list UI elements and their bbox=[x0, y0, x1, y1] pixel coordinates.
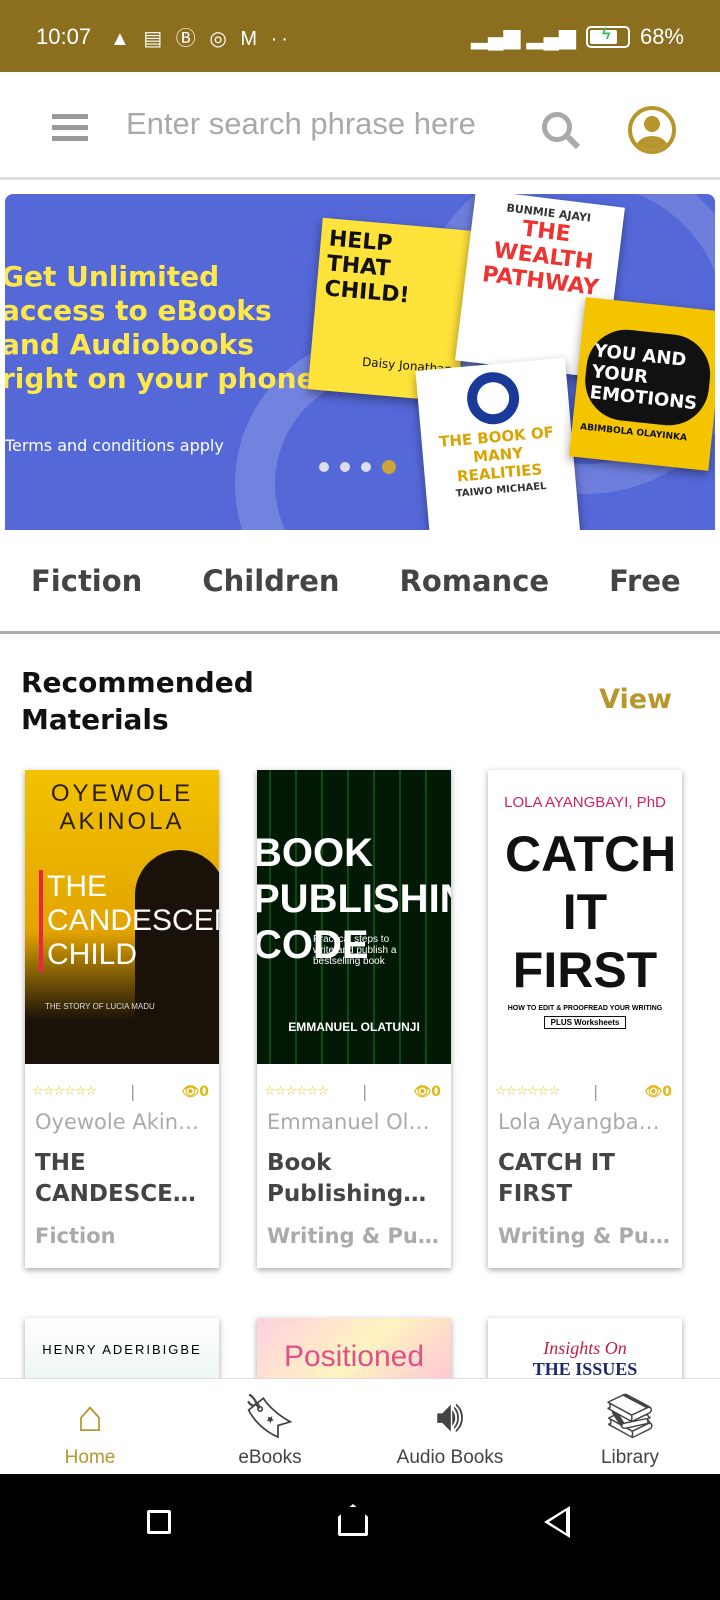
book-author: Emmanuel Olatunji bbox=[267, 1110, 451, 1134]
nav-library[interactable]: 📚︎ Library bbox=[540, 1379, 720, 1474]
view-all-link[interactable]: View bbox=[599, 684, 672, 715]
rating-stars: ☆☆☆☆☆☆ bbox=[264, 1084, 329, 1099]
battery-level: 68% bbox=[639, 24, 684, 49]
tab-children[interactable]: Children bbox=[202, 564, 339, 598]
book-card[interactable]: BOOK PUBLISHING CODE Practical steps to … bbox=[257, 770, 451, 1268]
book-category: Fiction bbox=[35, 1224, 116, 1248]
bottom-navigation: ⌂ Home 🔖︎ eBooks 🔊︎ Audio Books 📚︎ Library bbox=[0, 1378, 720, 1474]
home-button-icon[interactable] bbox=[338, 1504, 368, 1536]
book-cover: BOOK PUBLISHING CODE Practical steps to … bbox=[257, 770, 451, 1064]
clock: 10:07 bbox=[36, 24, 92, 49]
tab-free[interactable]: Free bbox=[609, 564, 681, 598]
library-icon: 📚︎ bbox=[602, 1392, 658, 1441]
book-author: Oyewole Akinola bbox=[35, 1110, 210, 1134]
banner-book-cover: YOU AND YOUR EMOTIONS ABIMBOLA OLAYINKA bbox=[569, 297, 715, 471]
speaker-icon: 🔊︎ bbox=[436, 1392, 464, 1441]
status-bar: 10:07 ▲ ▤ Ⓑ ◎ M ·· ▂▄▆ ▂▄▆ ϟ 68% bbox=[0, 0, 720, 72]
rating-stars: ☆☆☆☆☆☆ bbox=[495, 1084, 560, 1099]
book-author: Lola Ayangbayi, PhD bbox=[498, 1110, 682, 1134]
banner-terms: Terms and conditions apply bbox=[5, 436, 224, 455]
app-header bbox=[0, 72, 720, 180]
carousel-indicator[interactable] bbox=[319, 460, 396, 474]
promo-banner[interactable]: Get Unlimited access to eBooks and Audio… bbox=[5, 194, 715, 530]
tab-romance[interactable]: Romance bbox=[400, 564, 550, 598]
book-card[interactable]: OYEWOLE AKINOLA THE CANDESCENT CHILD THE… bbox=[25, 770, 219, 1268]
bookmark-icon: 🔖︎ bbox=[242, 1392, 298, 1441]
rating-stars: ☆☆☆☆☆☆ bbox=[32, 1084, 97, 1099]
back-icon[interactable] bbox=[544, 1506, 570, 1538]
book-category: Writing & Publishing bbox=[267, 1224, 451, 1248]
profile-avatar-icon[interactable] bbox=[628, 106, 676, 154]
tab-fiction[interactable]: Fiction bbox=[31, 564, 142, 598]
search-input[interactable] bbox=[126, 106, 506, 142]
recent-apps-icon[interactable] bbox=[147, 1510, 171, 1534]
book-cover: LOLA AYANGBAYI, PhD CATCH IT FIRST HOW T… bbox=[488, 770, 682, 1064]
home-icon: ⌂ bbox=[76, 1392, 104, 1441]
signal-icon: ▂▄▆ ▂▄▆ bbox=[470, 24, 576, 49]
menu-icon[interactable] bbox=[52, 114, 88, 142]
nav-ebooks[interactable]: 🔖︎ eBooks bbox=[180, 1379, 360, 1474]
banner-headline: Get Unlimited access to eBooks and Audio… bbox=[5, 260, 327, 395]
section-title: Recommended Materials bbox=[21, 666, 254, 736]
book-card[interactable]: LOLA AYANGBAYI, PhD CATCH IT FIRST HOW T… bbox=[488, 770, 682, 1268]
view-count: 👁0 bbox=[413, 1084, 441, 1100]
nav-audio-books[interactable]: 🔊︎ Audio Books bbox=[360, 1379, 540, 1474]
book-title: THE CANDESCENT CHILD bbox=[35, 1150, 208, 1207]
book-cover: OYEWOLE AKINOLA THE CANDESCENT CHILD THE… bbox=[25, 770, 219, 1064]
view-count: 👁0 bbox=[181, 1084, 209, 1100]
book-title: CATCH IT FIRST bbox=[498, 1150, 615, 1207]
system-navigation-bar bbox=[0, 1474, 720, 1600]
search-icon[interactable] bbox=[542, 112, 572, 142]
book-category: Writing & Publishing bbox=[498, 1224, 682, 1248]
nav-home[interactable]: ⌂ Home bbox=[0, 1379, 180, 1474]
book-title: Book Publishing Code bbox=[267, 1150, 404, 1207]
notification-icons: ▲ ▤ Ⓑ ◎ M ·· bbox=[110, 28, 292, 50]
banner-book-author: TAIWO MICHAEL bbox=[455, 480, 547, 500]
banner-book-cover: THE BOOK OF MANY REALITIES TAIWO MICHAEL bbox=[415, 357, 581, 530]
battery-icon: ϟ bbox=[585, 26, 630, 48]
view-count: 👁0 bbox=[644, 1084, 672, 1100]
category-tabs: Fiction Children Romance Free bbox=[0, 530, 720, 634]
